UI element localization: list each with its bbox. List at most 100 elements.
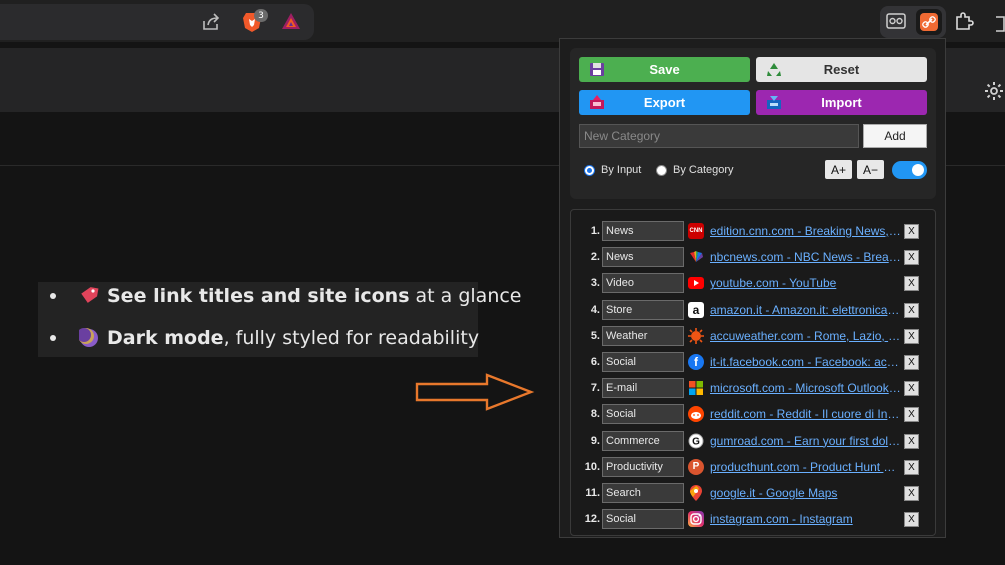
category-field[interactable] xyxy=(602,509,684,530)
link-row: 4. a amazon.it - Amazon.it: elettronica, l… xyxy=(578,299,923,320)
radio-label: By Input xyxy=(601,164,642,176)
category-field[interactable] xyxy=(602,325,684,346)
link-title[interactable]: youtube.com - YouTube xyxy=(710,276,902,290)
address-bar[interactable] xyxy=(0,4,314,40)
nbc-icon xyxy=(688,249,704,265)
radio-label: By Category xyxy=(673,164,734,176)
delete-button[interactable]: X xyxy=(904,355,919,370)
row-number: 3. xyxy=(590,277,600,290)
facebook-icon: f xyxy=(688,354,704,370)
export-button[interactable]: Export xyxy=(579,90,750,115)
browser-menu-icon[interactable] xyxy=(990,12,1005,34)
delete-button[interactable]: X xyxy=(904,250,919,266)
category-field[interactable] xyxy=(602,352,684,372)
link-title[interactable]: accuweather.com - Rome, Lazio, Italy Wea… xyxy=(710,329,902,343)
category-field[interactable] xyxy=(602,221,684,241)
radio-by-input[interactable]: By Input xyxy=(584,164,641,176)
link-manager-extension-button[interactable] xyxy=(916,9,942,35)
link-row: 10. Pproducthunt.com - Product Hunt – The… xyxy=(578,456,923,477)
row-number: 6. xyxy=(590,356,600,368)
link-row: 9. Ggumroad.com - Earn your first dollar … xyxy=(578,430,923,451)
row-number: 2. xyxy=(590,251,600,264)
link-row: 8. reddit.com - Reddit - Il cuore di Inte… xyxy=(578,404,923,425)
link-row: 3. youtube.com - YouTubeX xyxy=(578,273,923,294)
link-row: 5. accuweather.com - Rome, Lazio, Italy W… xyxy=(578,325,923,346)
import-button[interactable]: Import xyxy=(756,90,927,115)
reset-label: Reset xyxy=(823,62,860,77)
floppy-icon xyxy=(590,63,604,76)
save-button[interactable]: Save xyxy=(579,57,750,82)
feature-text: at a glance xyxy=(415,285,522,307)
feature-item: See link titles and site icons at a glan… xyxy=(50,283,522,309)
outbox-icon xyxy=(590,95,604,109)
link-row: 12. instagram.com - InstagramX xyxy=(578,509,923,530)
category-field[interactable] xyxy=(602,247,684,268)
add-category-button[interactable]: Add xyxy=(863,124,927,148)
share-icon[interactable] xyxy=(200,11,222,33)
link-title[interactable]: it-it.facebook.com - Facebook: accedi o … xyxy=(710,355,902,369)
category-field[interactable] xyxy=(602,430,684,451)
delete-button[interactable]: X xyxy=(904,302,919,318)
link-row: 7. microsoft.com - Microsoft Outlook (for… xyxy=(578,378,923,399)
gear-icon[interactable] xyxy=(983,80,1005,102)
link-title[interactable]: google.it - Google Maps xyxy=(710,486,902,500)
category-field[interactable] xyxy=(602,456,684,477)
delete-button[interactable]: X xyxy=(904,328,919,344)
delete-button[interactable]: X xyxy=(904,276,919,292)
tag-icon xyxy=(78,285,100,307)
bullet xyxy=(50,335,56,341)
row-number: 11. xyxy=(585,487,600,499)
feature-bold: See link titles and site icons xyxy=(107,285,410,307)
delete-button[interactable]: X xyxy=(904,381,919,397)
link-title[interactable]: producthunt.com - Product Hunt – The bes… xyxy=(710,460,902,474)
extensions-puzzle-icon[interactable] xyxy=(953,10,975,32)
moon-icon xyxy=(78,327,100,349)
category-field[interactable] xyxy=(602,483,684,503)
dark-mode-toggle[interactable] xyxy=(892,161,927,179)
link-title[interactable]: nbcnews.com - NBC News - Breaking News &… xyxy=(710,250,902,264)
link-title[interactable]: gumroad.com - Earn your first dollar onl… xyxy=(710,434,902,448)
font-increase-button[interactable]: A+ xyxy=(825,160,852,179)
link-title[interactable]: microsoft.com - Microsoft Outlook (forme… xyxy=(710,381,902,395)
category-field[interactable] xyxy=(602,273,684,294)
delete-button[interactable]: X xyxy=(904,459,919,475)
delete-button[interactable]: X xyxy=(904,512,919,528)
delete-button[interactable]: X xyxy=(904,407,919,423)
inbox-icon xyxy=(767,96,781,109)
delete-button[interactable]: X xyxy=(904,224,919,239)
delete-button[interactable]: X xyxy=(904,433,919,449)
radio-dot xyxy=(656,164,667,176)
row-number: 12. xyxy=(584,513,600,526)
reader-extension-icon[interactable] xyxy=(885,10,907,32)
category-field[interactable] xyxy=(602,299,684,320)
row-number: 5. xyxy=(590,329,600,342)
row-number: 7. xyxy=(590,382,600,395)
delete-button[interactable]: X xyxy=(904,486,919,501)
google-maps-icon xyxy=(688,485,704,501)
import-label: Import xyxy=(821,95,862,110)
recycle-icon xyxy=(767,63,781,76)
row-number: 8. xyxy=(590,408,600,421)
radio-by-category[interactable]: By Category xyxy=(656,164,734,176)
accuweather-icon xyxy=(688,327,704,344)
link-title[interactable]: instagram.com - Instagram xyxy=(710,512,902,526)
font-decrease-button[interactable]: A− xyxy=(857,160,884,179)
instagram-icon xyxy=(688,511,704,528)
bullet xyxy=(50,293,56,299)
link-title[interactable]: reddit.com - Reddit - Il cuore di Intern… xyxy=(710,407,902,421)
cnn-icon: CNN xyxy=(688,223,704,239)
feature-item: Dark mode , fully styled for readability xyxy=(50,325,479,351)
link-title[interactable]: amazon.it - Amazon.it: elettronica, libr… xyxy=(710,303,902,317)
feature-bold: Dark mode xyxy=(107,327,224,349)
category-field[interactable] xyxy=(602,404,684,425)
shields-count-badge: 3 xyxy=(254,9,268,22)
row-number: 10. xyxy=(584,460,600,473)
new-category-input[interactable] xyxy=(579,124,859,148)
svg-text:G: G xyxy=(692,436,700,447)
link-row: 11. google.it - Google MapsX xyxy=(578,483,923,503)
reset-button[interactable]: Reset xyxy=(756,57,927,82)
brave-rewards-icon[interactable] xyxy=(280,11,302,31)
category-field[interactable] xyxy=(602,378,684,399)
row-number: 9. xyxy=(590,434,600,447)
link-title[interactable]: edition.cnn.com - Breaking News, Latest … xyxy=(710,224,902,238)
